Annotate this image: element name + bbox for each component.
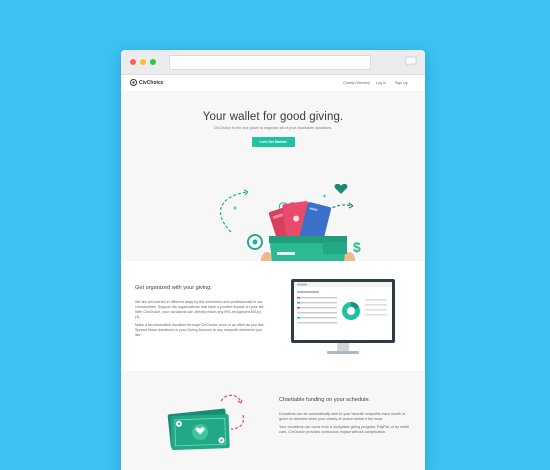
feature-title: Charitable funding on your schedule. (279, 397, 371, 403)
hero-title: Your wallet for good giving. (202, 111, 344, 123)
browser-window: CivChoice Charity Directory Log In Sign … (121, 50, 425, 470)
feature-paragraph: Make a tax-deductible donation through C… (135, 323, 265, 337)
civchoice-logo-icon (130, 79, 137, 86)
feature-organized-section: Get organized with your giving. We are a… (121, 261, 425, 371)
heart-icon (334, 184, 348, 194)
feature-paragraph: We are all touched in different ways by … (135, 300, 265, 319)
brand-logo[interactable]: CivChoice (130, 79, 163, 86)
nav-link-log-in[interactable]: Log In (376, 81, 386, 85)
chat-icon[interactable] (405, 56, 417, 67)
feature-paragraph: Donations can be automatically sent to y… (279, 412, 406, 421)
dashboard-monitor-illustration (291, 279, 395, 354)
feature-title: Get organized with your giving. (135, 285, 212, 291)
feature-paragraph: Your donations can come from a workplace… (279, 425, 410, 434)
browser-chrome (121, 50, 425, 75)
dashed-arrow-left (220, 191, 249, 233)
monitor-stand (327, 351, 359, 354)
site-nav: CivChoice Charity Directory Log In Sign … (121, 75, 425, 91)
wallet-illustration: $ (220, 184, 361, 270)
dashed-arrow-top (220, 394, 242, 404)
minimize-window-button[interactable] (140, 59, 146, 65)
money-illustration (167, 394, 245, 450)
maximize-window-button[interactable] (150, 59, 156, 65)
hero-section: Your wallet for good giving. CivChoice i… (121, 91, 425, 270)
close-window-button[interactable] (130, 59, 136, 65)
get-started-button[interactable]: Let's Get Started (251, 137, 295, 147)
hero-subtitle: CivChoice is the one place to organize a… (213, 126, 333, 130)
brand-name: CivChoice (139, 79, 164, 86)
nav-link-sign-up[interactable]: Sign Up (395, 81, 408, 85)
feature-schedule-section: Charitable funding on your schedule. Don… (121, 371, 425, 470)
dollar-sign-icon: $ (353, 239, 361, 255)
address-bar[interactable] (169, 55, 371, 70)
nav-link-charity-directory[interactable]: Charity Directory (343, 81, 370, 85)
